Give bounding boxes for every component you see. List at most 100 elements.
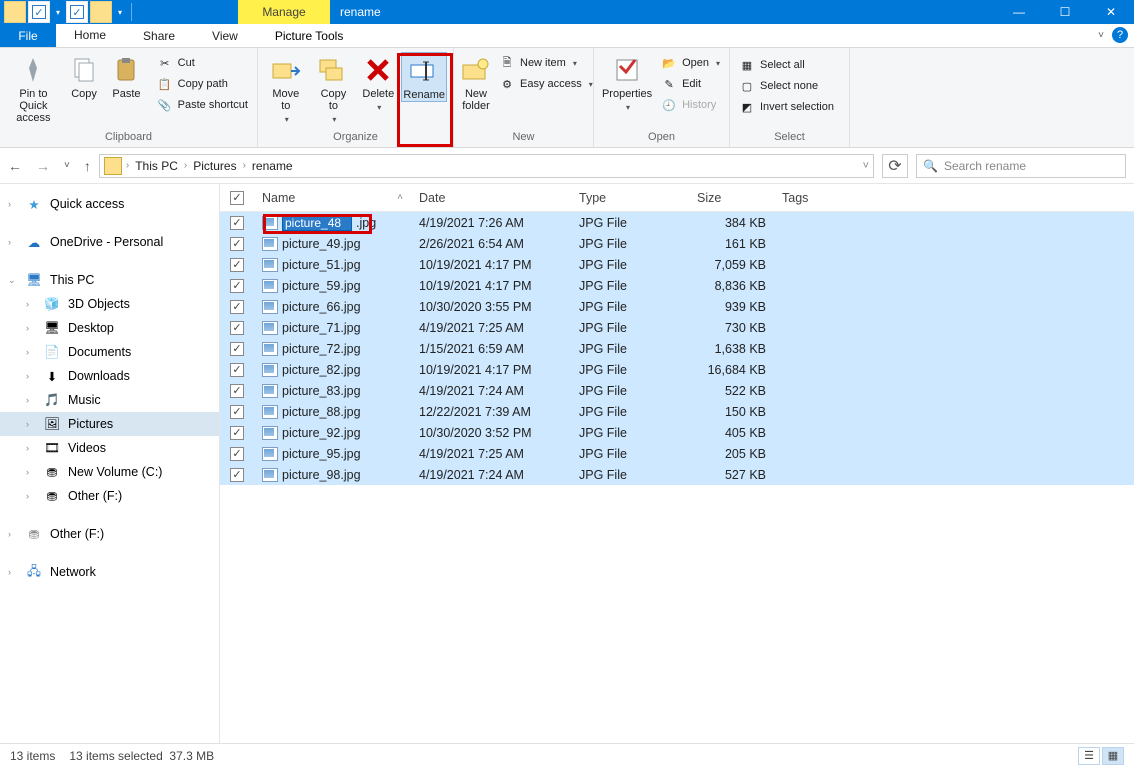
share-tab[interactable]: Share [125, 24, 194, 47]
copy-to-button[interactable]: Copy to▾ [312, 52, 356, 126]
sidebar-item-new-volume-c-[interactable]: ›⛃New Volume (C:) [0, 460, 219, 484]
qat-customize-icon[interactable]: ▾ [114, 8, 126, 17]
new-folder-button[interactable]: New folder [460, 52, 492, 112]
chevron-right-icon[interactable]: › [26, 419, 36, 429]
sidebar-other-f[interactable]: › ⛃ Other (F:) [0, 522, 219, 546]
pin-quick-access-button[interactable]: Pin to Quick access [6, 52, 61, 124]
row-checkbox[interactable] [230, 468, 244, 482]
crumb-sep-icon[interactable]: › [182, 160, 189, 171]
select-none-button[interactable]: ▢Select none [736, 77, 837, 95]
view-tab[interactable]: View [194, 24, 257, 47]
table-row[interactable]: picture_88.jpg12/22/2021 7:39 AMJPG File… [220, 401, 1134, 422]
table-row[interactable]: picture_98.jpg4/19/2021 7:24 AMJPG File5… [220, 464, 1134, 485]
address-bar[interactable]: › This PC › Pictures › rename ˅ [99, 154, 874, 178]
qat-folder-icon[interactable] [4, 1, 26, 23]
row-checkbox[interactable] [230, 384, 244, 398]
sidebar-item-videos[interactable]: ›🎞Videos [0, 436, 219, 460]
sidebar-item-music[interactable]: ›🎵Music [0, 388, 219, 412]
row-checkbox[interactable] [230, 405, 244, 419]
open-button[interactable]: 📂Open▾ [658, 54, 723, 72]
column-type[interactable]: Type [571, 191, 689, 205]
properties-button[interactable]: Properties▾ [600, 52, 654, 114]
column-name[interactable]: Name˄ [254, 191, 411, 205]
table-row[interactable]: picture_72.jpg1/15/2021 6:59 AMJPG File1… [220, 338, 1134, 359]
column-tags[interactable]: Tags [774, 191, 854, 205]
chevron-down-icon[interactable]: ⌄ [8, 275, 18, 286]
table-row[interactable]: picture_92.jpg10/30/2020 3:52 PMJPG File… [220, 422, 1134, 443]
row-checkbox[interactable] [230, 258, 244, 272]
minimize-button[interactable]: — [996, 0, 1042, 24]
table-row[interactable]: picture_95.jpg4/19/2021 7:25 AMJPG File2… [220, 443, 1134, 464]
recent-dropdown-icon[interactable]: ˅ [64, 160, 70, 171]
crumb-this-pc[interactable]: This PC [133, 159, 180, 173]
row-checkbox[interactable] [230, 237, 244, 251]
table-row[interactable]: picture_66.jpg10/30/2020 3:55 PMJPG File… [220, 296, 1134, 317]
invert-selection-button[interactable]: ◩Invert selection [736, 98, 837, 116]
history-button[interactable]: 🕘History [658, 96, 723, 114]
chevron-right-icon[interactable]: › [8, 529, 18, 539]
crumb-sep-icon[interactable]: › [241, 160, 248, 171]
ribbon-minimize-icon[interactable]: ˅ [1098, 30, 1104, 41]
new-item-button[interactable]: 🗎New item▾ [496, 54, 596, 72]
help-icon[interactable]: ? [1112, 27, 1128, 43]
row-checkbox[interactable] [230, 363, 244, 377]
easy-access-button[interactable]: ⚙Easy access▾ [496, 75, 596, 93]
sidebar-item-other-f-[interactable]: ›⛃Other (F:) [0, 484, 219, 508]
chevron-right-icon[interactable]: › [26, 443, 36, 453]
copy-path-button[interactable]: 📋Copy path [154, 75, 251, 93]
table-row[interactable]: picture_59.jpg10/19/2021 4:17 PMJPG File… [220, 275, 1134, 296]
chevron-right-icon[interactable]: › [26, 371, 36, 381]
file-tab[interactable]: File [0, 24, 56, 47]
chevron-right-icon[interactable]: › [26, 467, 36, 477]
cut-button[interactable]: ✂Cut [154, 54, 251, 72]
table-row[interactable]: picture_49.jpg2/26/2021 6:54 AMJPG File1… [220, 233, 1134, 254]
header-checkbox[interactable] [230, 191, 244, 205]
sidebar-item-3d-objects[interactable]: ›🧊3D Objects [0, 292, 219, 316]
row-checkbox[interactable] [230, 300, 244, 314]
sidebar-this-pc[interactable]: ⌄ 🖥 This PC [0, 268, 219, 292]
view-large-button[interactable]: ▦ [1102, 747, 1124, 765]
qat-folder2-icon[interactable] [90, 1, 112, 23]
row-checkbox[interactable] [230, 279, 244, 293]
sidebar-onedrive[interactable]: › ☁ OneDrive - Personal [0, 230, 219, 254]
chevron-right-icon[interactable]: › [26, 491, 36, 501]
chevron-right-icon[interactable]: › [8, 237, 18, 247]
qat-dropdown-icon[interactable]: ▾ [52, 8, 64, 17]
qat-new-button[interactable] [66, 1, 88, 23]
edit-button[interactable]: ✎Edit [658, 75, 723, 93]
column-size[interactable]: Size [689, 191, 774, 205]
maximize-button[interactable]: ☐ [1042, 0, 1088, 24]
back-button[interactable]: ← [8, 158, 22, 174]
chevron-right-icon[interactable]: › [26, 299, 36, 309]
move-to-button[interactable]: Move to▾ [264, 52, 308, 126]
sidebar-item-pictures[interactable]: ›🖼Pictures [0, 412, 219, 436]
column-date[interactable]: Date [411, 191, 571, 205]
up-button[interactable]: ↑ [84, 158, 91, 174]
contextual-tab-manage[interactable]: Manage [238, 0, 330, 24]
row-checkbox[interactable] [230, 447, 244, 461]
table-row[interactable]: picture_82.jpg10/19/2021 4:17 PMJPG File… [220, 359, 1134, 380]
table-row[interactable]: picture_71.jpg4/19/2021 7:25 AMJPG File7… [220, 317, 1134, 338]
chevron-right-icon[interactable]: › [8, 567, 18, 577]
chevron-right-icon[interactable]: › [8, 199, 18, 209]
row-checkbox[interactable] [230, 342, 244, 356]
crumb-rename[interactable]: rename [250, 159, 295, 173]
select-all-button[interactable]: ▦Select all [736, 56, 837, 74]
crumb-pictures[interactable]: Pictures [191, 159, 238, 173]
row-checkbox[interactable] [230, 216, 244, 230]
picture-tools-tab[interactable]: Picture Tools [261, 24, 357, 47]
sidebar-quick-access[interactable]: › ★ Quick access [0, 192, 219, 216]
row-checkbox[interactable] [230, 426, 244, 440]
refresh-button[interactable]: ⟳ [882, 154, 908, 178]
sidebar-item-documents[interactable]: ›📄Documents [0, 340, 219, 364]
search-box[interactable]: 🔍 Search rename [916, 154, 1126, 178]
table-row[interactable]: picture_83.jpg4/19/2021 7:24 AMJPG File5… [220, 380, 1134, 401]
view-details-button[interactable]: ☰ [1078, 747, 1100, 765]
delete-button[interactable]: Delete▾ [359, 52, 397, 114]
table-row[interactable]: picture_51.jpg10/19/2021 4:17 PMJPG File… [220, 254, 1134, 275]
chevron-right-icon[interactable]: › [26, 347, 36, 357]
sidebar-network[interactable]: › 🖧 Network [0, 560, 219, 584]
home-tab[interactable]: Home [56, 24, 125, 47]
paste-button[interactable]: Paste [107, 52, 145, 100]
copy-button[interactable]: Copy [65, 52, 103, 100]
